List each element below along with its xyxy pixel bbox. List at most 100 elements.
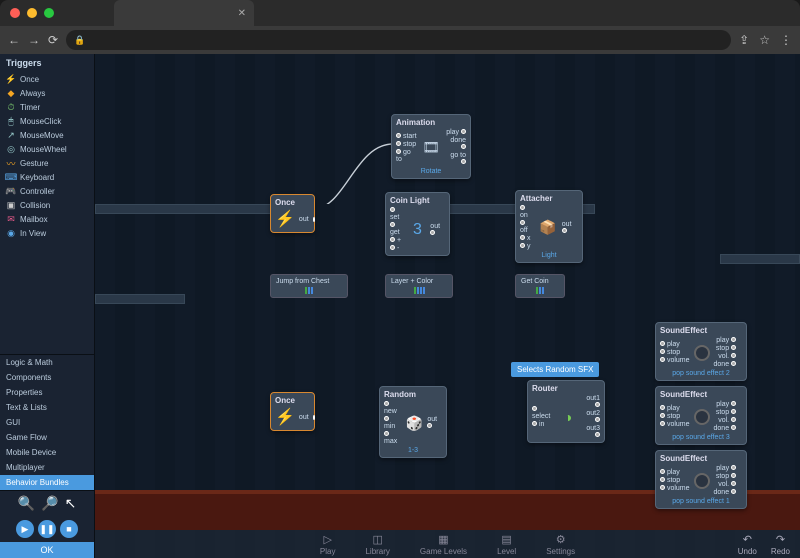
reload-icon[interactable]: ⟳ <box>48 33 58 47</box>
ok-button[interactable]: OK <box>0 542 94 558</box>
node-title: Once <box>275 396 310 405</box>
node-coin-light[interactable]: Coin Light set get + - 3 out <box>385 192 450 256</box>
node-title: SoundEffect <box>660 390 742 399</box>
node-jump-from-chest[interactable]: Jump from Chest <box>270 274 348 298</box>
category-item[interactable]: Components <box>0 370 94 385</box>
sidebar-item-label: Controller <box>20 187 55 196</box>
node-router[interactable]: Router select in ◑ out1 out2 out3 <box>527 380 605 443</box>
category-list: Logic & MathComponentsPropertiesText & L… <box>0 354 94 490</box>
zoom-out-icon[interactable]: 🔎 <box>41 495 58 512</box>
node-title: Get Coin <box>521 278 559 285</box>
category-item[interactable]: Mobile Device <box>0 445 94 460</box>
sidebar-item-label: Collision <box>20 201 50 210</box>
play-icon: ▷ <box>323 533 331 546</box>
sidebar-item-mousemove[interactable]: ↗MouseMove <box>0 128 94 142</box>
browser-window: ✕ ← → ⟳ 🔒 ⇪ ☆ ⋮ <box>0 0 800 54</box>
settings-icon: ⚙ <box>556 533 566 546</box>
maximize-window-icon[interactable] <box>44 8 54 18</box>
bb-level[interactable]: ▤Level <box>497 533 516 556</box>
sidebar-item-mouseclick[interactable]: 🖱MouseClick <box>0 114 94 128</box>
node-title: Once <box>275 198 310 207</box>
browser-toolbar: ← → ⟳ 🔒 ⇪ ☆ ⋮ <box>0 26 800 54</box>
node-layer-color[interactable]: Layer + Color <box>385 274 453 298</box>
dice-icon: 🎲 <box>406 413 424 433</box>
category-item[interactable]: GUI <box>0 415 94 430</box>
node-once[interactable]: Once ⚡out <box>270 392 315 431</box>
node-attacher[interactable]: Attacher on off x y 📦 out Light <box>515 190 583 263</box>
sidebar-item-timer[interactable]: ⏱Timer <box>0 100 94 114</box>
category-item[interactable]: Text & Lists <box>0 400 94 415</box>
level-icon: ▤ <box>501 533 511 546</box>
star-icon[interactable]: ☆ <box>759 33 770 47</box>
comment-node[interactable]: Selects Random SFX <box>511 362 599 377</box>
node-sound-effect[interactable]: SoundEffect play stop volumeplay stop vo… <box>655 386 747 445</box>
trigger-icon: ◆ <box>6 88 16 98</box>
node-canvas[interactable]: Animation start stop go to 🎞 play done g… <box>95 54 800 558</box>
node-get-coin[interactable]: Get Coin <box>515 274 565 298</box>
zoom-in-icon[interactable]: 🔍 <box>18 495 35 512</box>
levels-icon: ▦ <box>438 533 448 546</box>
sidebar-item-mousewheel[interactable]: ◎MouseWheel <box>0 142 94 156</box>
bb-settings[interactable]: ⚙Settings <box>546 533 575 556</box>
library-icon: ◫ <box>372 533 382 546</box>
platform <box>95 294 185 304</box>
menu-icon[interactable]: ⋮ <box>780 33 792 47</box>
lock-icon: 🔒 <box>74 35 85 46</box>
bb-levels[interactable]: ▦Game Levels <box>420 533 467 556</box>
cursor-icon[interactable]: ↖ <box>65 495 77 512</box>
category-item[interactable]: Properties <box>0 385 94 400</box>
sidebar-item-in view[interactable]: ◉In View <box>0 226 94 240</box>
stop-btn[interactable]: ■ <box>60 520 78 538</box>
trigger-list: ⚡Once◆Always⏱Timer🖱MouseClick↗MouseMove◎… <box>0 72 94 354</box>
pause-btn[interactable]: ❚❚ <box>38 520 56 538</box>
sidebar-item-label: Always <box>20 89 45 98</box>
bb-library[interactable]: ◫Library <box>365 533 389 556</box>
sidebar-item-collision[interactable]: ▣Collision <box>0 198 94 212</box>
platform <box>720 254 800 264</box>
redo-icon: ↷ <box>776 533 785 546</box>
router-icon: ◑ <box>559 407 577 427</box>
node-title: Attacher <box>520 194 578 203</box>
sidebar: Triggers ⚡Once◆Always⏱Timer🖱MouseClick↗M… <box>0 54 95 558</box>
sidebar-item-gesture[interactable]: 〰Gesture <box>0 156 94 170</box>
node-random[interactable]: Random new min max 🎲 out 1-3 <box>379 386 447 458</box>
trigger-icon: ⌨ <box>6 172 16 182</box>
undo-icon: ↶ <box>743 533 752 546</box>
tab-close-icon[interactable]: ✕ <box>238 8 246 19</box>
minimize-window-icon[interactable] <box>27 8 37 18</box>
redo-button[interactable]: ↷Redo <box>771 533 790 556</box>
category-item[interactable]: Game Flow <box>0 430 94 445</box>
trigger-icon: ✉ <box>6 214 16 224</box>
node-title: Router <box>532 384 600 393</box>
close-window-icon[interactable] <box>10 8 20 18</box>
node-footer: pop sound effect 2 <box>660 370 742 377</box>
trigger-icon: ◎ <box>6 144 16 154</box>
category-item[interactable]: Multiplayer <box>0 460 94 475</box>
back-icon[interactable]: ← <box>8 33 20 47</box>
sidebar-item-label: Timer <box>20 103 40 112</box>
play-btn[interactable]: ▶ <box>16 520 34 538</box>
bb-play[interactable]: ▷Play <box>320 533 336 556</box>
node-footer: Rotate <box>396 168 466 175</box>
category-item[interactable]: Behavior Bundles <box>0 475 94 490</box>
browser-tab[interactable]: ✕ <box>114 0 254 26</box>
forward-icon[interactable]: → <box>28 33 40 47</box>
url-bar[interactable]: 🔒 <box>66 30 731 50</box>
node-animation[interactable]: Animation start stop go to 🎞 play done g… <box>391 114 471 179</box>
share-icon[interactable]: ⇪ <box>739 33 749 47</box>
sidebar-item-label: Once <box>20 75 39 84</box>
node-sound-effect[interactable]: SoundEffect play stop volumeplay stop vo… <box>655 322 747 381</box>
sidebar-item-label: Keyboard <box>20 173 54 182</box>
undo-button[interactable]: ↶Undo <box>738 533 757 556</box>
node-once[interactable]: Once ⚡out <box>270 194 315 233</box>
node-title: Layer + Color <box>391 278 447 285</box>
sidebar-item-keyboard[interactable]: ⌨ Keyboard <box>0 170 94 184</box>
category-item[interactable]: Logic & Math <box>0 355 94 370</box>
node-footer: 1-3 <box>384 447 442 454</box>
sidebar-item-controller[interactable]: 🎮Controller <box>0 184 94 198</box>
node-sound-effect[interactable]: SoundEffect play stop volumeplay stop vo… <box>655 450 747 509</box>
sidebar-item-once[interactable]: ⚡Once <box>0 72 94 86</box>
sidebar-item-label: In View <box>20 229 46 238</box>
sidebar-item-always[interactable]: ◆ Always <box>0 86 94 100</box>
sidebar-item-mailbox[interactable]: ✉Mailbox <box>0 212 94 226</box>
